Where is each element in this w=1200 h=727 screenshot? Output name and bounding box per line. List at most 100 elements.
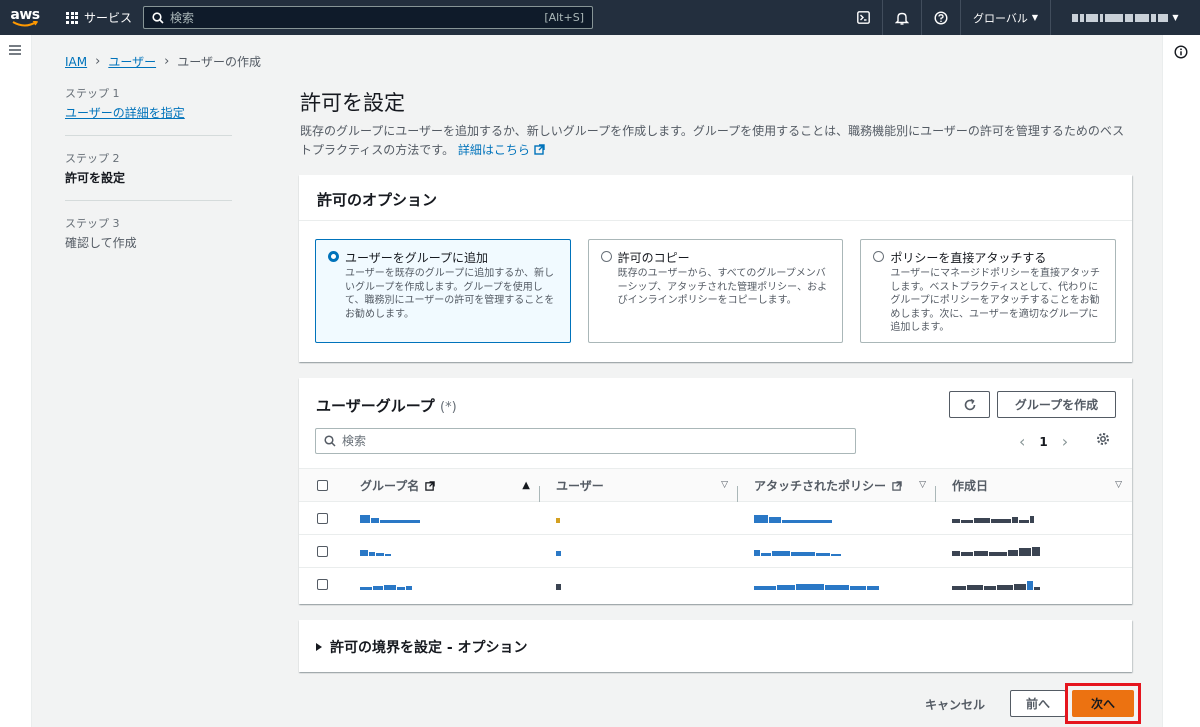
policy-redacted[interactable] — [754, 513, 832, 523]
group-name-redacted[interactable] — [360, 546, 391, 556]
permission-options-panel: 許可のオプション ユーザーをグループに追加 ユーザーを既存のグループに追加するか… — [299, 175, 1132, 362]
top-navigation: aws サービス [Alt+S] — [0, 0, 1200, 35]
help-button[interactable] — [920, 0, 960, 35]
step-number: ステップ 1 — [65, 87, 120, 100]
policy-redacted[interactable] — [754, 580, 879, 590]
sort-icon[interactable]: ▽ — [919, 480, 926, 490]
account-menu[interactable]: ▼ — [1050, 0, 1200, 35]
chevron-down-icon: ▼ — [1172, 13, 1179, 22]
bell-icon — [894, 12, 909, 25]
option-title: 許可のコピー — [617, 251, 690, 265]
breadcrumb-users[interactable]: ユーザー — [108, 53, 156, 70]
group-search[interactable] — [315, 428, 856, 454]
user-groups-count: (*) — [440, 400, 457, 415]
user-count-redacted — [556, 513, 560, 523]
sort-ascending-icon[interactable]: ▲ — [522, 480, 530, 491]
group-search-input[interactable] — [342, 434, 847, 448]
chevron-right-icon: › — [95, 54, 101, 69]
table-row[interactable] — [299, 568, 1132, 601]
gear-icon[interactable] — [1096, 432, 1110, 446]
creation-date-redacted — [952, 513, 1034, 523]
column-label: グループ名 — [360, 477, 436, 494]
column-creation-date[interactable]: 作成日 ▽ — [936, 477, 1132, 494]
table-row[interactable] — [299, 535, 1132, 568]
radio-unselected[interactable] — [873, 251, 885, 262]
row-checkbox[interactable] — [317, 512, 328, 524]
column-label: アタッチされたポリシー — [754, 477, 902, 494]
permissions-boundary-toggle[interactable]: 許可の境界を設定 - オプション — [316, 637, 528, 657]
refresh-button[interactable] — [949, 391, 990, 418]
step-number: ステップ 3 — [65, 217, 120, 230]
next-button-highlight: 次へ — [1065, 683, 1141, 724]
left-side-rail — [0, 35, 32, 727]
services-menu-button[interactable]: サービス — [66, 9, 132, 26]
wizard-steps: ステップ 1 ユーザーの詳細を指定 ステップ 2 許可を設定 ステップ 3 確認… — [65, 85, 232, 279]
menu-icon[interactable] — [8, 44, 22, 56]
chevron-left-icon[interactable]: ‹ — [1019, 432, 1025, 451]
learn-more-label: 詳細はこちら — [457, 143, 530, 157]
cloudshell-button[interactable] — [845, 0, 882, 35]
user-groups-table: グループ名 ▲ ユーザー ▽ アタッチされたポリシー ▽ 作成日 ▽ — [299, 468, 1132, 601]
table-header: グループ名 ▲ ユーザー ▽ アタッチされたポリシー ▽ 作成日 ▽ — [299, 468, 1132, 502]
chevron-right-icon: › — [164, 54, 170, 69]
option-copy-permissions[interactable]: 許可のコピー 既存のユーザーから、すべてのグループメンバーシップ、アタッチされた… — [587, 239, 844, 343]
step-label-link[interactable]: ユーザーの詳細を指定 — [65, 104, 232, 121]
step-label-active: 許可を設定 — [65, 171, 126, 185]
learn-more-link[interactable]: 詳細はこちら — [458, 143, 545, 157]
step-number: ステップ 2 — [65, 152, 120, 165]
row-checkbox[interactable] — [317, 545, 328, 557]
policy-redacted[interactable] — [754, 546, 841, 556]
pagination: ‹ 1 › — [1019, 432, 1068, 451]
column-label: 作成日 — [952, 478, 989, 493]
option-title: ユーザーをグループに追加 — [345, 251, 489, 265]
notifications-button[interactable] — [881, 0, 921, 35]
previous-button[interactable]: 前へ — [1010, 690, 1066, 717]
info-icon[interactable] — [1174, 45, 1188, 59]
permission-options-title: 許可のオプション — [299, 175, 1132, 221]
select-all-checkbox[interactable] — [317, 479, 328, 491]
global-search-input[interactable] — [170, 10, 545, 25]
breadcrumb: IAM › ユーザー › ユーザーの作成 — [65, 53, 261, 70]
page-number[interactable]: 1 — [1039, 435, 1047, 449]
user-count-redacted — [556, 580, 561, 590]
option-add-to-group[interactable]: ユーザーをグループに追加 ユーザーを既存のグループに追加するか、新しいグループを… — [315, 239, 571, 343]
radio-selected[interactable] — [328, 251, 339, 262]
global-search[interactable]: [Alt+S] — [143, 6, 593, 29]
user-count-redacted — [556, 546, 561, 556]
page-description-text: 既存のグループにユーザーを追加するか、新しいグループを作成します。グループを使用… — [300, 124, 1125, 157]
step-1: ステップ 1 ユーザーの詳細を指定 — [65, 85, 232, 136]
option-attach-policies[interactable]: ポリシーを直接アタッチする ユーザーにマネージドポリシーを直接アタッチします。ベ… — [860, 239, 1117, 343]
next-button[interactable]: 次へ — [1072, 690, 1134, 717]
cancel-button[interactable]: キャンセル — [925, 696, 985, 713]
region-selector[interactable]: グローバル ▼ — [959, 0, 1050, 35]
table-row[interactable] — [299, 502, 1132, 535]
page-title: 許可を設定 — [300, 91, 405, 115]
help-icon — [934, 10, 948, 25]
search-icon — [152, 11, 164, 24]
radio-unselected[interactable] — [600, 251, 612, 262]
group-name-redacted[interactable] — [360, 513, 420, 523]
option-description: ユーザーにマネージドポリシーを直接アタッチします。ベストプラクティスとして、代わ… — [890, 268, 1100, 333]
account-name-redacted — [1072, 13, 1169, 22]
sort-icon[interactable]: ▽ — [721, 480, 728, 490]
option-description: ユーザーを既存のグループに追加するか、新しいグループを作成します。グループを使用… — [345, 268, 555, 320]
create-group-button[interactable]: グループを作成 — [997, 391, 1116, 418]
caret-right-icon — [316, 643, 322, 651]
user-groups-panel: ユーザーグループ (*) グループを作成 ‹ 1 › グループ名 — [299, 378, 1132, 604]
column-attached-policies[interactable]: アタッチされたポリシー ▽ — [738, 477, 936, 502]
right-side-rail — [1162, 35, 1200, 727]
cloudshell-icon — [857, 11, 870, 24]
column-group-name[interactable]: グループ名 ▲ — [344, 477, 540, 502]
permissions-boundary-panel[interactable]: 許可の境界を設定 - オプション — [299, 620, 1132, 672]
column-users[interactable]: ユーザー ▽ — [540, 477, 738, 502]
breadcrumb-iam[interactable]: IAM — [65, 55, 87, 69]
row-checkbox[interactable] — [317, 579, 328, 590]
aws-logo[interactable]: aws — [0, 0, 50, 35]
sort-icon[interactable]: ▽ — [1115, 480, 1122, 490]
chevron-right-icon[interactable]: › — [1062, 432, 1068, 451]
user-groups-title: ユーザーグループ — [316, 397, 435, 415]
search-shortcut: [Alt+S] — [544, 11, 584, 24]
group-name-redacted[interactable] — [360, 580, 412, 590]
aws-smile-icon — [12, 20, 38, 26]
column-label: ユーザー — [556, 478, 604, 493]
